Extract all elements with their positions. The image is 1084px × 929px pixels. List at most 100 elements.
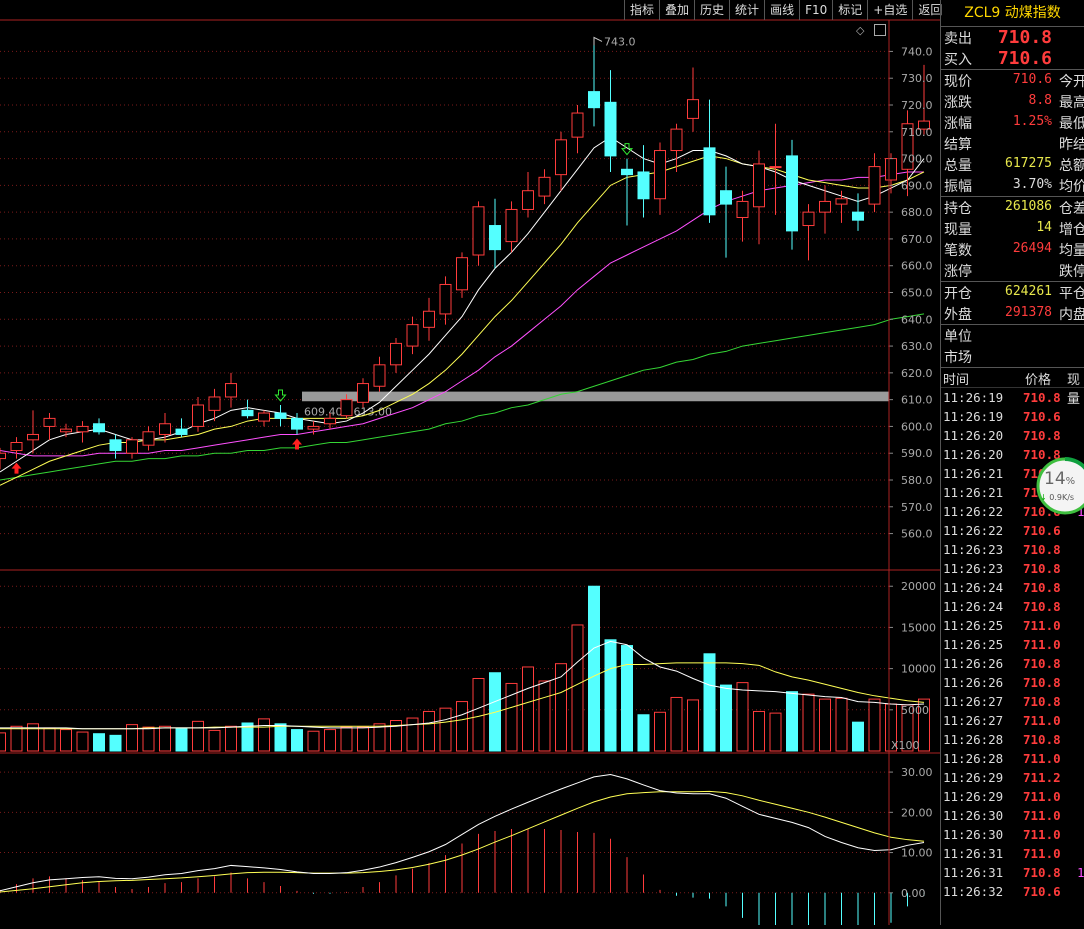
- history-button[interactable]: 历史: [694, 0, 729, 20]
- quote-label: 笔数: [944, 243, 972, 259]
- indicator-button[interactable]: 指标: [624, 0, 659, 20]
- quote-label-2: 跌停: [1059, 264, 1084, 280]
- network-speed-badge[interactable]: 14% ↓ 0.9K/s: [1034, 455, 1084, 517]
- overlay-button[interactable]: 叠加: [659, 0, 694, 20]
- volume-bar: [10, 725, 23, 752]
- quote-stats-group-3: 开仓 624261 平仓外盘 291378 内盘: [941, 282, 1084, 325]
- candle: [423, 297, 435, 341]
- high-label: 743.0: [604, 35, 636, 48]
- draw-line-button[interactable]: 画线: [764, 0, 799, 20]
- tick-price: 710.8: [1023, 865, 1061, 880]
- candle: [588, 43, 600, 127]
- volume-bar: [835, 697, 848, 752]
- candle: [390, 338, 402, 373]
- diamond-icon[interactable]: ◇: [856, 24, 864, 37]
- candle: [241, 399, 254, 419]
- tick-row: 11:26:30 711.0: [941, 806, 1084, 825]
- price-axis: 740.0 730.0 720.0 710.0 700.0 690.0 680.0 670.0…: [889, 45, 933, 541]
- tick-row: 11:26:28 710.8: [941, 730, 1084, 749]
- ma-magenta-line: [0, 171, 924, 457]
- kline-chart[interactable]: 609.40 - 613.00 743.0 740.0730.0720.0710…: [0, 0, 940, 929]
- quote-row: 结算 昨结: [941, 133, 1084, 154]
- candle-body: [852, 211, 864, 221]
- candle-body: [142, 431, 155, 446]
- chart-area[interactable]: 609.40 - 613.00 743.0 740.0730.0720.0710…: [0, 0, 942, 929]
- quote-label: 现量: [944, 222, 972, 238]
- price-tick-label: 640.0: [901, 313, 933, 326]
- candle-body: [604, 101, 617, 157]
- quote-label-2: 最高: [1059, 95, 1084, 111]
- candle-body: [802, 211, 815, 227]
- quote-row: 现价 710.6 今开: [941, 70, 1084, 91]
- buy-arrow-icon: [11, 462, 22, 474]
- instrument-code: ZCL9: [964, 5, 1001, 21]
- candle-body: [687, 99, 699, 119]
- volume-bar: [406, 717, 419, 752]
- quote-row: 笔数 26494 均量: [941, 239, 1084, 260]
- candle-body: [489, 225, 501, 251]
- volume-bar: [142, 726, 155, 752]
- quote-label-2: 内盘: [1059, 307, 1084, 323]
- ask-price: 710.8: [997, 27, 1052, 48]
- ticks-header: 时间 价格 现量: [941, 368, 1084, 407]
- candle: [439, 276, 452, 325]
- price-tick-label: 560.0: [901, 528, 933, 541]
- candle: [489, 198, 501, 269]
- ask-label: 卖出: [944, 31, 972, 47]
- volume-bar: [93, 733, 105, 752]
- tick-row: 11:26:30 711.0: [941, 825, 1084, 844]
- volume-bar: [307, 730, 320, 752]
- volume-bar: [588, 585, 600, 752]
- tick-time: 11:26:26: [943, 675, 1004, 690]
- volume-bar: [687, 699, 699, 752]
- candle: [538, 169, 551, 205]
- panel-toggle-icon[interactable]: [874, 24, 886, 36]
- add-watchlist-button[interactable]: +自选: [867, 0, 912, 20]
- quote-label: 结算: [944, 137, 972, 153]
- ticks-price-header: 价格: [1025, 373, 1052, 388]
- candle: [126, 437, 138, 459]
- price-tick-label: 690.0: [901, 179, 933, 192]
- candle: [687, 67, 699, 132]
- quote-row: 涨跌 8.8 最高: [941, 91, 1084, 112]
- candle: [142, 426, 155, 451]
- volume-bar: [192, 720, 204, 752]
- candle-body: [241, 409, 254, 417]
- candle-body: [291, 417, 303, 430]
- mark-button[interactable]: 标记: [832, 0, 867, 20]
- volume-unit-label: X100: [891, 739, 920, 752]
- tick-row: 11:26:23 710.8: [941, 559, 1084, 578]
- tick-row: 11:26:29 711.0: [941, 787, 1084, 806]
- volume-bar: [868, 698, 881, 752]
- quote-stats-group-4: 单位 市场: [941, 325, 1084, 368]
- candle-body: [274, 412, 287, 419]
- f10-button[interactable]: F10: [799, 0, 832, 20]
- macd-tick-label: 20.00: [901, 806, 933, 819]
- price-tick-label: 570.0: [901, 501, 933, 514]
- candle: [192, 396, 204, 432]
- candle: [802, 204, 815, 261]
- tick-time: 11:26:31: [943, 865, 1004, 880]
- volume-bar: [621, 645, 633, 752]
- price-tick-label: 630.0: [901, 340, 933, 353]
- tick-time: 11:26:25: [943, 637, 1004, 652]
- candle-body: [93, 423, 105, 433]
- tick-price: 710.8: [1023, 732, 1061, 747]
- tick-row: 11:26:29 711.2: [941, 768, 1084, 787]
- tick-time: 11:26:26: [943, 656, 1004, 671]
- candle-body: [522, 190, 534, 210]
- tick-price: 710.8: [1023, 561, 1061, 576]
- tick-price: 711.0: [1023, 789, 1061, 804]
- candle-body: [439, 283, 452, 315]
- chart-frame: [0, 19, 940, 925]
- candle: [93, 418, 105, 435]
- price-tick-label: 600.0: [901, 420, 933, 433]
- quote-value: 26494: [1012, 241, 1052, 256]
- tick-time: 11:26:23: [943, 561, 1004, 576]
- tick-price: 710.8: [1023, 656, 1061, 671]
- volume-bar: [159, 725, 171, 752]
- price-band-rect: [302, 391, 889, 402]
- candle-body: [109, 439, 122, 452]
- candle: [621, 158, 633, 226]
- statistics-button[interactable]: 统计: [729, 0, 764, 20]
